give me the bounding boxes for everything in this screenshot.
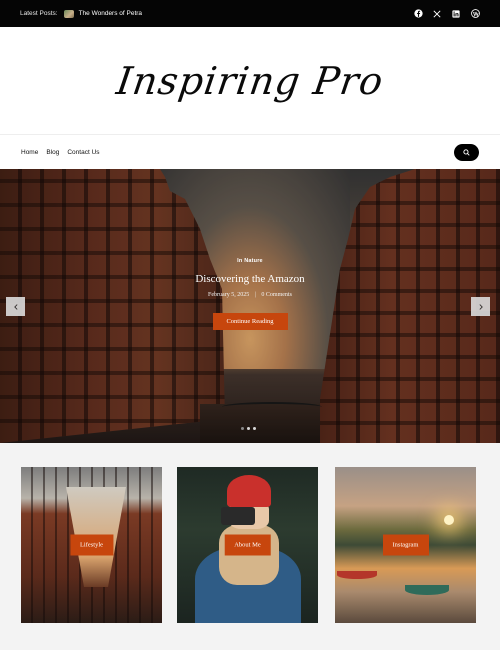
main-navigation: Home Blog Contact Us xyxy=(0,136,500,169)
site-header: Inspiring Pro xyxy=(0,27,500,135)
top-bar: Latest Posts: The Wonders of Petra xyxy=(0,0,500,27)
social-links xyxy=(413,9,480,19)
facebook-icon[interactable] xyxy=(413,9,423,19)
hero-comments[interactable]: 0 Comments xyxy=(261,292,292,298)
hero-category[interactable]: In Nature xyxy=(0,258,500,264)
wordpress-icon[interactable] xyxy=(470,9,480,19)
nav-item-home[interactable]: Home xyxy=(21,149,38,156)
slider-dots xyxy=(241,427,256,430)
linkedin-icon[interactable] xyxy=(451,9,461,19)
nav-item-blog[interactable]: Blog xyxy=(46,149,59,156)
card-lifestyle[interactable]: Lifestyle xyxy=(21,467,162,623)
card-image-person-hat xyxy=(227,475,271,507)
card-image-boat xyxy=(337,571,377,579)
card-image-sun xyxy=(444,515,454,525)
slider-dot[interactable] xyxy=(253,427,256,430)
site-logo-title[interactable]: Inspiring Pro xyxy=(114,59,386,103)
slider-dot[interactable] xyxy=(247,427,250,430)
card-label-instagram[interactable]: Instagram xyxy=(382,534,429,556)
camera-icon xyxy=(221,507,255,525)
slider-next-button[interactable] xyxy=(471,297,490,316)
hero-slide-content: In Nature Discovering the Amazon Februar… xyxy=(0,258,500,330)
latest-post-link[interactable]: The Wonders of Petra xyxy=(79,10,142,17)
chevron-left-icon xyxy=(13,303,18,310)
search-icon xyxy=(463,149,470,156)
slider-prev-button[interactable] xyxy=(6,297,25,316)
card-image-boat xyxy=(405,585,449,595)
chevron-right-icon xyxy=(478,303,483,310)
latest-posts-label: Latest Posts: xyxy=(20,10,58,17)
meta-separator: | xyxy=(254,292,256,298)
hero-date: February 5, 2025 xyxy=(208,292,250,298)
hero-title[interactable]: Discovering the Amazon xyxy=(0,273,500,285)
hero-slider: In Nature Discovering the Amazon Februar… xyxy=(0,169,500,443)
x-icon[interactable] xyxy=(432,9,442,19)
card-label-lifestyle[interactable]: Lifestyle xyxy=(69,534,114,556)
card-about-me[interactable]: About Me xyxy=(177,467,318,623)
nav-item-contact-us[interactable]: Contact Us xyxy=(67,149,99,156)
continue-reading-button[interactable]: Continue Reading xyxy=(212,313,288,330)
card-instagram[interactable]: Instagram xyxy=(335,467,476,623)
hero-meta: February 5, 2025 | 0 Comments xyxy=(0,292,500,298)
slider-dot[interactable] xyxy=(241,427,244,430)
latest-post-thumbnail[interactable] xyxy=(63,9,74,18)
search-button[interactable] xyxy=(454,144,479,161)
feature-cards-section: Lifestyle About Me Instagram xyxy=(0,443,500,650)
card-label-about-me[interactable]: About Me xyxy=(224,534,271,556)
